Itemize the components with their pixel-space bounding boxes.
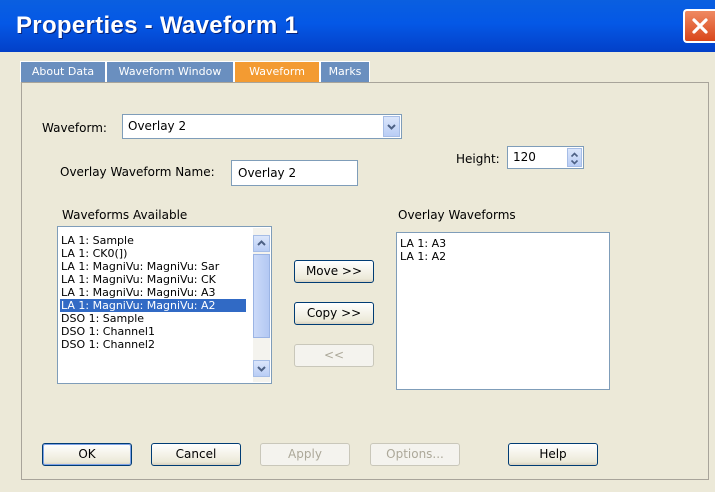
remove-button[interactable]: << <box>294 344 374 367</box>
list-item-selected[interactable]: LA 1: MagniVu: MagniVu: A2 <box>60 299 246 312</box>
title-bar: Properties - Waveform 1 <box>0 0 715 52</box>
list-item[interactable]: DSO 1: Channel2 <box>60 338 155 351</box>
list-item[interactable]: LA 1: A2 <box>399 250 446 263</box>
list-scrollbar[interactable] <box>253 228 270 382</box>
chevron-up-icon <box>257 240 266 246</box>
waveform-dropdown-button[interactable] <box>383 116 400 137</box>
height-spin-buttons[interactable] <box>567 148 582 167</box>
list-item[interactable]: LA 1: MagniVu: MagniVu: A3 <box>60 286 216 299</box>
move-button[interactable]: Move >> <box>294 260 374 283</box>
waveforms-available-label: Waveforms Available <box>62 208 188 222</box>
copy-button[interactable]: Copy >> <box>294 302 374 325</box>
overlay-name-input[interactable]: Overlay 2 <box>231 160 358 186</box>
waveform-select[interactable]: Overlay 2 <box>122 114 402 139</box>
overlay-waveforms-label: Overlay Waveforms <box>398 208 516 222</box>
list-item[interactable]: LA 1: MagniVu: MagniVu: CK <box>60 273 216 286</box>
waveforms-available-list[interactable]: LA 1: Sample LA 1: CK0(]) LA 1: MagniVu:… <box>57 226 272 384</box>
waveform-label: Waveform: <box>42 121 107 135</box>
ok-button[interactable]: OK <box>42 443 132 466</box>
tab-about-data[interactable]: About Data <box>20 61 106 82</box>
tab-waveform-window[interactable]: Waveform Window <box>106 61 234 82</box>
list-item[interactable]: LA 1: A3 <box>399 237 446 250</box>
list-item[interactable]: LA 1: MagniVu: MagniVu: Sar <box>60 260 219 273</box>
height-value: 120 <box>513 150 536 164</box>
spin-arrows-icon <box>570 152 579 165</box>
scroll-down-button[interactable] <box>253 360 270 377</box>
waveform-select-value: Overlay 2 <box>128 119 187 133</box>
window-title: Properties - Waveform 1 <box>16 12 299 39</box>
list-item[interactable]: DSO 1: Sample <box>60 312 144 325</box>
tab-waveform[interactable]: Waveform <box>234 61 320 82</box>
cancel-button[interactable]: Cancel <box>151 443 241 466</box>
tab-marks[interactable]: Marks <box>320 61 370 82</box>
help-button[interactable]: Help <box>508 443 598 466</box>
list-item[interactable]: LA 1: CK0(]) <box>60 247 127 260</box>
height-spinner[interactable]: 120 <box>507 146 584 169</box>
list-item[interactable]: DSO 1: Channel1 <box>60 325 155 338</box>
overlay-name-label: Overlay Waveform Name: <box>60 165 215 179</box>
chevron-down-icon <box>257 366 266 372</box>
overlay-waveforms-list[interactable]: LA 1: A3 LA 1: A2 <box>396 232 610 390</box>
close-icon <box>692 18 708 34</box>
close-button[interactable] <box>683 9 715 43</box>
list-item[interactable]: LA 1: Sample <box>60 234 134 247</box>
options-button[interactable]: Options... <box>370 443 460 466</box>
scroll-up-button[interactable] <box>253 235 270 252</box>
scroll-thumb[interactable] <box>253 254 270 338</box>
chevron-down-icon <box>387 124 396 130</box>
apply-button[interactable]: Apply <box>260 443 350 466</box>
height-label: Height: <box>456 152 500 166</box>
